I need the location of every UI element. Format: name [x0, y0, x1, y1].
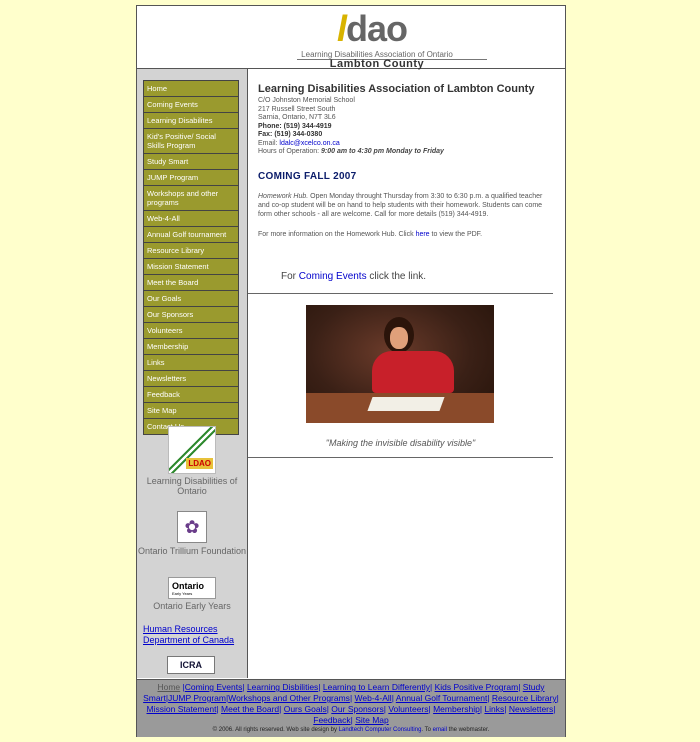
hours-label: Hours of Operation:	[258, 148, 322, 155]
trillium-logo-icon[interactable]: ✿	[177, 511, 207, 543]
nav-study-smart[interactable]: Study Smart	[144, 154, 238, 170]
site-logo[interactable]: ldao	[337, 8, 408, 50]
events-post: click the link.	[366, 271, 427, 282]
site-header: ldao Learning Disabilities Association o…	[137, 6, 565, 70]
hub-name: Homework Hub.	[258, 193, 309, 200]
nav-kids-positive[interactable]: Kid's Positive/ Social Skills Program	[144, 129, 238, 154]
student-photo	[306, 305, 494, 423]
contact-info: C/O Johnston Memorial School 217 Russell…	[258, 97, 444, 157]
footer-link[interactable]: Learning to Learn Differently	[323, 682, 430, 692]
copyright-post: the webmaster.	[446, 727, 490, 733]
ldao-sponsor: LDAO Learning Disabilities of Ontario	[137, 426, 247, 496]
nav-membership[interactable]: Membership	[144, 339, 238, 355]
ldao-logo-icon[interactable]: LDAO	[168, 426, 216, 474]
nav-coming-events[interactable]: Coming Events	[144, 97, 238, 113]
nav-volunteers[interactable]: Volunteers	[144, 323, 238, 339]
footer-links: Home |Coming Events| Learning Disbilitie…	[143, 682, 559, 725]
hub-pdf-pre: For more information on the Homework Hub…	[258, 231, 414, 238]
footer-link[interactable]: Coming Events	[185, 682, 243, 692]
footer-link[interactable]: Mission Statement	[147, 704, 217, 714]
nav-newsletters[interactable]: Newsletters	[144, 371, 238, 387]
footer-link[interactable]: Meet the Board	[221, 704, 279, 714]
nav-web-4-all[interactable]: Web-4-All	[144, 211, 238, 227]
copyright-pre: © 2006. All rights reserved. Web site de…	[212, 727, 339, 733]
divider	[248, 293, 553, 294]
photo-caption: "Making the invisible disability visible…	[325, 438, 476, 448]
sidebar-nav: Home Coming Events Learning Disabilites …	[143, 80, 239, 435]
footer-link[interactable]: Learning Disbilities	[247, 682, 318, 692]
footer-link[interactable]: Feedback	[313, 715, 350, 725]
events-line: For Coming Events click the link.	[281, 271, 426, 282]
hours: 9:00 am to 4:30 pm Monday to Friday	[321, 148, 444, 155]
nav-meet-the-board[interactable]: Meet the Board	[144, 275, 238, 291]
phone: Phone: (519) 344-4919	[258, 122, 332, 130]
footer-link[interactable]: Membership	[433, 704, 480, 714]
site-footer: Home |Coming Events| Learning Disbilitie…	[137, 679, 565, 737]
hub-pdf-link[interactable]: here	[414, 231, 430, 238]
footer-link[interactable]: Volunteers	[388, 704, 428, 714]
footer-link[interactable]: Annual Golf Tournament	[396, 693, 488, 703]
footer-link[interactable]: JUMP Program	[168, 693, 226, 703]
ontario-sponsor: Ontario Early Years Ontario Early Years	[137, 577, 247, 611]
nav-learning-disabilites[interactable]: Learning Disabilites	[144, 113, 238, 129]
hub-pdf-line: For more information on the Homework Hub…	[258, 231, 482, 238]
nav-resource-library[interactable]: Resource Library	[144, 243, 238, 259]
ontario-caption: Ontario Early Years	[153, 601, 231, 611]
ldao-caption: Learning Disabilities of Ontario	[146, 476, 238, 496]
page-title: Learning Disabilities Association of Lam…	[258, 83, 535, 95]
nav-feedback[interactable]: Feedback	[144, 387, 238, 403]
nav-our-sponsors[interactable]: Our Sponsors	[144, 307, 238, 323]
footer-link[interactable]: Resource Library	[492, 693, 557, 703]
email-label: Email:	[258, 139, 280, 147]
footer-link[interactable]: Kids Positive Program	[435, 682, 519, 692]
designer-link[interactable]: Landtech Computer Consulting	[339, 727, 422, 733]
photo-face	[390, 327, 408, 349]
copyright-mid: . To	[421, 727, 431, 733]
webmaster-email-link[interactable]: email	[431, 727, 447, 733]
address-line: C/O Johnston Memorial School	[258, 97, 355, 104]
footer-link-home[interactable]: Home	[157, 682, 180, 692]
nav-links[interactable]: Links	[144, 355, 238, 371]
main-content: Learning Disabilities Association of Lam…	[248, 69, 565, 678]
hr-canada-link[interactable]: Human Resources Department of Canada	[143, 624, 243, 646]
hub-pdf-post: to view the PDF.	[429, 231, 483, 238]
coming-heading: COMING FALL 2007	[258, 171, 357, 182]
nav-our-goals[interactable]: Our Goals	[144, 291, 238, 307]
ontario-logo-icon[interactable]: Ontario Early Years	[168, 577, 216, 599]
nav-workshops[interactable]: Workshops and other programs	[144, 186, 238, 211]
address-line: 217 Russell Street South	[258, 105, 336, 113]
events-pre: For	[281, 271, 299, 282]
page-container: ldao Learning Disabilities Association o…	[136, 5, 566, 737]
email-link[interactable]: ldalc@xcelco.on.ca	[279, 140, 339, 147]
footer-link[interactable]: Ours Goals	[284, 704, 327, 714]
homework-hub-text: Homework Hub. Open Monday throught Thurs…	[258, 192, 553, 219]
footer-link[interactable]: Workshops and Other Programs	[228, 693, 350, 703]
address-line: Sarnia, Ontario, N7T 3L6	[258, 114, 336, 121]
nav-site-map[interactable]: Site Map	[144, 403, 238, 419]
photo-book	[367, 397, 445, 411]
photo-body	[372, 351, 454, 393]
icra-logo-icon[interactable]: ICRA	[167, 656, 215, 674]
copyright: © 2006. All rights reserved. Web site de…	[137, 727, 565, 733]
nav-home[interactable]: Home	[144, 81, 238, 97]
footer-link[interactable]: Site Map	[355, 715, 389, 725]
divider	[248, 457, 553, 458]
footer-link[interactable]: Newsletters	[509, 704, 553, 714]
sidebar: Home Coming Events Learning Disabilites …	[137, 69, 248, 678]
nav-golf-tournament[interactable]: Annual Golf tournament	[144, 227, 238, 243]
nav-mission-statement[interactable]: Mission Statement	[144, 259, 238, 275]
footer-link[interactable]: Our Sponsors	[331, 704, 383, 714]
nav-jump-program[interactable]: JUMP Program	[144, 170, 238, 186]
coming-events-link[interactable]: Coming Events	[299, 271, 367, 282]
footer-link[interactable]: Web-4-All	[355, 693, 392, 703]
footer-link[interactable]: Links	[484, 704, 504, 714]
fax: Fax: (519) 344-0380	[258, 131, 323, 138]
trillium-sponsor: ✿ Ontario Trillium Foundation	[137, 511, 247, 556]
trillium-caption: Ontario Trillium Foundation	[137, 546, 247, 556]
